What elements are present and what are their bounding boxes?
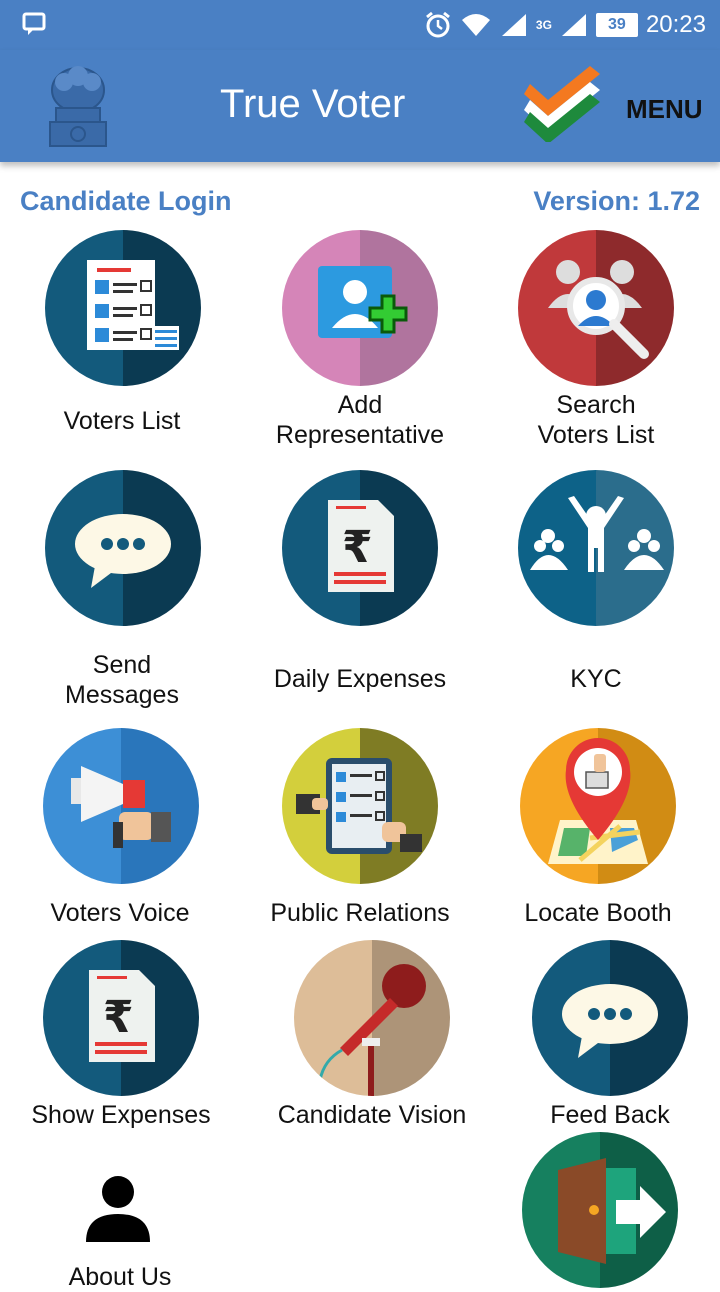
tablet-list-icon xyxy=(282,728,438,884)
show-expenses-label: Show Expenses xyxy=(31,1101,211,1129)
locate-booth-button[interactable] xyxy=(520,728,676,884)
kyc-label: KYC xyxy=(570,665,622,693)
network-type-label: 3G xyxy=(535,18,552,32)
candidate-vision-label: Candidate Vision xyxy=(277,1101,467,1129)
show-expenses-button[interactable]: ₹ xyxy=(43,940,199,1096)
tricolor-tick-logo xyxy=(524,62,608,147)
rupee-document-icon: ₹ xyxy=(282,470,438,626)
battery-icon: 39 xyxy=(595,13,638,37)
alarm-icon xyxy=(425,11,450,38)
locate-booth-label: Locate Booth xyxy=(524,899,672,927)
exit-door-icon xyxy=(522,1132,678,1288)
add-representative-icon xyxy=(282,230,438,386)
about-us-label: About Us xyxy=(68,1263,172,1291)
voters-list-icon xyxy=(45,230,201,386)
public-relations-button[interactable] xyxy=(282,728,438,884)
signal-icon xyxy=(501,14,526,36)
map-pin-icon xyxy=(520,728,676,884)
voters-voice-label: Voters Voice xyxy=(50,899,190,927)
notification-icon xyxy=(22,12,48,41)
app-title: True Voter xyxy=(220,82,406,126)
wifi-icon xyxy=(461,14,490,36)
chat-bubble-icon xyxy=(45,470,201,626)
daily-expenses-label: Daily Expenses xyxy=(273,665,447,693)
candidate-vision-button[interactable] xyxy=(294,940,450,1096)
public-relations-label: Public Relations xyxy=(270,899,450,927)
add-representative-label: Add Representative xyxy=(275,391,445,449)
status-time: 20:23 xyxy=(645,11,706,38)
search-voters-icon xyxy=(518,230,674,386)
search-voters-list-label: Search Voters List xyxy=(537,391,655,449)
person-icon xyxy=(86,1176,150,1242)
voters-list-button[interactable] xyxy=(45,230,201,386)
app-bar: True Voter MENU xyxy=(0,50,720,162)
feedback-chat-icon xyxy=(532,940,688,1096)
voters-list-label: Voters List xyxy=(63,407,181,435)
emblem-logo xyxy=(30,56,126,157)
voters-voice-button[interactable] xyxy=(43,728,199,884)
add-representative-button[interactable] xyxy=(282,230,438,386)
send-messages-label: Send Messages xyxy=(65,651,179,709)
svg-text:₹: ₹ xyxy=(342,522,373,573)
search-voters-list-button[interactable] xyxy=(518,230,674,386)
crowd-icon xyxy=(518,470,674,626)
send-messages-button[interactable] xyxy=(45,470,201,626)
microphone-icon xyxy=(294,940,450,1096)
feed-back-button[interactable] xyxy=(532,940,688,1096)
rupee-document-icon-2: ₹ xyxy=(43,940,199,1096)
candidate-login-label: Candidate Login xyxy=(20,186,232,216)
version-label: Version: 1.72 xyxy=(533,186,700,216)
kyc-button[interactable] xyxy=(518,470,674,626)
logout-button[interactable] xyxy=(522,1132,678,1288)
feed-back-label: Feed Back xyxy=(550,1101,670,1129)
svg-text:₹: ₹ xyxy=(103,992,134,1043)
megaphone-icon xyxy=(43,728,199,884)
status-bar: 3G 39 20:23 xyxy=(0,0,720,50)
about-us-button[interactable] xyxy=(82,1172,154,1249)
menu-button[interactable]: MENU xyxy=(626,94,703,125)
daily-expenses-button[interactable]: ₹ xyxy=(282,470,438,626)
signal-icon-2 xyxy=(561,14,586,36)
